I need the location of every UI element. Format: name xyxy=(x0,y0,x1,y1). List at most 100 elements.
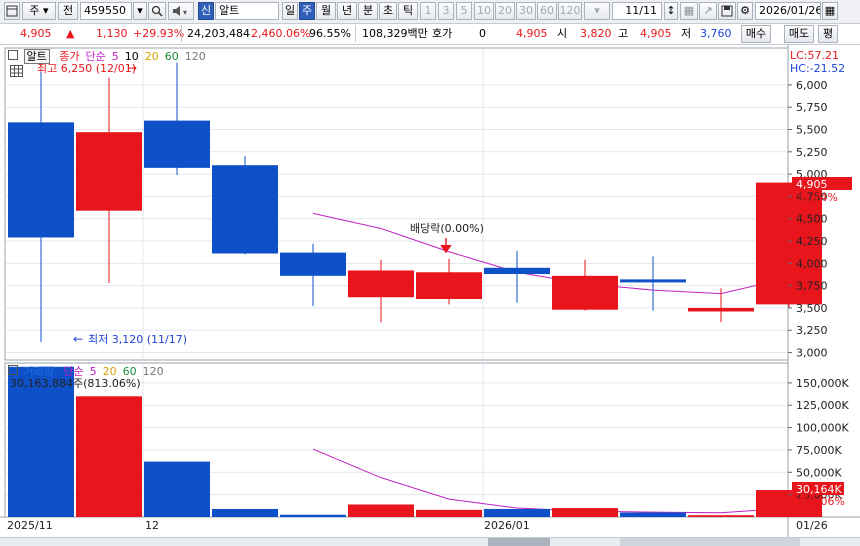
eval-button[interactable]: 평 xyxy=(818,25,838,43)
buy-button[interactable]: 매수 xyxy=(741,25,771,43)
settings-icon[interactable]: ⚙ xyxy=(737,2,753,20)
price-legend-item-1[interactable]: 단순 xyxy=(86,50,106,63)
price-legend: 알트 종가 단순 5 10 20 60 120 xyxy=(8,48,218,64)
layout-icon[interactable] xyxy=(4,2,20,20)
date-field[interactable]: 2026/01/26 xyxy=(755,2,821,20)
hoga-value: 0 xyxy=(479,27,486,40)
grid-icon[interactable]: ▦ xyxy=(680,2,698,20)
ratio-pct: 96.55% xyxy=(309,27,351,40)
stock-name-field[interactable]: 알트 xyxy=(215,2,279,20)
volume-legend: 거래량 단순 5 20 60 120 xyxy=(8,363,176,379)
stock-chart[interactable]: 6,0005,7505,5005,2505,0004,7504,5004,250… xyxy=(0,45,860,537)
divider xyxy=(355,25,356,42)
interval-3[interactable]: 3 xyxy=(438,2,454,20)
volume-legend-item-1[interactable]: 5 xyxy=(90,365,97,378)
candle-body xyxy=(688,307,754,312)
period-second[interactable]: 초 xyxy=(379,2,397,20)
price-tick-label: 3,500 xyxy=(796,302,828,315)
search-icon[interactable] xyxy=(148,2,166,20)
price-tick-label: 3,250 xyxy=(796,324,828,337)
period-week[interactable]: 주 xyxy=(299,2,315,20)
interval-1[interactable]: 1 xyxy=(420,2,436,20)
volume-bar xyxy=(348,504,414,517)
legend-volume-name[interactable]: 거래량 xyxy=(24,365,54,378)
x-label-2026-01: 2026/01 xyxy=(484,519,530,532)
left-arrow-icon: ← xyxy=(73,332,83,346)
last-price: 4,905 xyxy=(516,27,548,40)
divider xyxy=(181,25,182,42)
legend-stock-name[interactable]: 알트 xyxy=(23,49,50,64)
volume-bar xyxy=(144,461,210,517)
trend-icon[interactable]: ↗ xyxy=(699,2,717,20)
volume-bar xyxy=(688,515,754,517)
legend-toggle-icon[interactable] xyxy=(8,50,18,60)
last-volume-pct: 813.06% xyxy=(796,495,845,508)
toolbar: 주 ▾ 전 459550 ▾ ▾ 신 알트 일 주 월 년 분 초 틱 1 3 … xyxy=(0,0,860,24)
volume-pct: 2,460.06% xyxy=(251,27,311,40)
save-icon[interactable] xyxy=(718,2,736,20)
new-listing-badge: 신 xyxy=(198,2,214,20)
volume-legend-item-4[interactable]: 120 xyxy=(143,365,164,378)
price-tick-label: 3,750 xyxy=(796,280,828,293)
volume-bar xyxy=(280,514,346,517)
price-legend-item-2[interactable]: 5 xyxy=(112,50,119,63)
chart-kind-button[interactable]: 전 xyxy=(58,2,78,20)
open-price: 3,820 xyxy=(580,27,612,40)
period-year[interactable]: 년 xyxy=(337,2,357,20)
grid-table-icon[interactable] xyxy=(10,65,23,80)
price-legend-item-3[interactable]: 10 xyxy=(125,50,139,63)
price-tick-label: 6,000 xyxy=(796,79,828,92)
legend-toggle-icon[interactable] xyxy=(8,365,18,375)
interval-60[interactable]: 60 xyxy=(537,2,557,20)
x-label-12: 12 xyxy=(145,519,159,532)
interval-5[interactable]: 5 xyxy=(456,2,472,20)
volume-tick-label: 125,000K xyxy=(796,399,849,412)
volume-bar xyxy=(416,509,482,517)
code-dropdown-icon[interactable]: ▾ xyxy=(133,2,147,20)
price-legend-item-0[interactable]: 종가 xyxy=(59,50,79,63)
price-legend-item-4[interactable]: 20 xyxy=(145,50,159,63)
period-day[interactable]: 일 xyxy=(282,2,298,20)
period-tick[interactable]: 틱 xyxy=(398,2,418,20)
period-month[interactable]: 월 xyxy=(316,2,336,20)
quote-bar: 4,905 ▲ 1,130 +29.93% 24,203,484 2,460.0… xyxy=(0,24,860,45)
candle-body xyxy=(552,275,618,310)
page-indicator: 11/11 xyxy=(612,2,662,20)
price-legend-item-5[interactable]: 60 xyxy=(165,50,179,63)
low-label: 저 xyxy=(681,27,692,40)
period-minute[interactable]: 분 xyxy=(358,2,378,20)
spin-icon[interactable]: ↕ xyxy=(664,2,678,20)
lc-label: LC:57.21 xyxy=(790,49,839,62)
price-change-pct: +29.93% xyxy=(133,27,185,40)
speaker-icon[interactable]: ▾ xyxy=(168,2,194,20)
interval-30[interactable]: 30 xyxy=(516,2,536,20)
volume-legend-item-3[interactable]: 60 xyxy=(123,365,137,378)
volume-legend-item-0[interactable]: 단순 xyxy=(63,365,83,378)
hc-label: HC:-21.52 xyxy=(790,62,845,75)
market-select[interactable]: 주 ▾ xyxy=(22,2,56,20)
price-change: 1,130 xyxy=(96,27,128,40)
low-price: 3,760 xyxy=(700,27,732,40)
stock-code-input[interactable]: 459550 xyxy=(80,2,132,20)
sell-button[interactable]: 매도 xyxy=(784,25,814,43)
price-tick-label: 5,250 xyxy=(796,146,828,159)
price-legend-item-6[interactable]: 120 xyxy=(185,50,206,63)
last-pct-tag: 39.74% xyxy=(796,191,838,204)
calendar-icon[interactable]: ▦ xyxy=(822,2,838,20)
interval-10[interactable]: 10 xyxy=(474,2,494,20)
candle-body xyxy=(8,122,74,238)
chevron-down-icon: ▾ xyxy=(43,4,49,17)
volume-tick-label: 100,000K xyxy=(796,422,849,435)
volume-bar xyxy=(620,512,686,517)
market-select-value: 주 xyxy=(29,4,40,17)
interval-custom-dropdown[interactable]: ▾ xyxy=(584,2,610,20)
x-label-right-date: 01/26 xyxy=(796,519,828,532)
current-price: 4,905 xyxy=(20,27,52,40)
interval-120[interactable]: 120 xyxy=(558,2,582,20)
volume-tick-label: 75,000K xyxy=(796,444,842,457)
price-tick-label: 5,500 xyxy=(796,124,828,137)
candle-body xyxy=(416,272,482,300)
volume-legend-item-2[interactable]: 20 xyxy=(103,365,117,378)
candle-body xyxy=(348,270,414,298)
interval-20[interactable]: 20 xyxy=(495,2,515,20)
